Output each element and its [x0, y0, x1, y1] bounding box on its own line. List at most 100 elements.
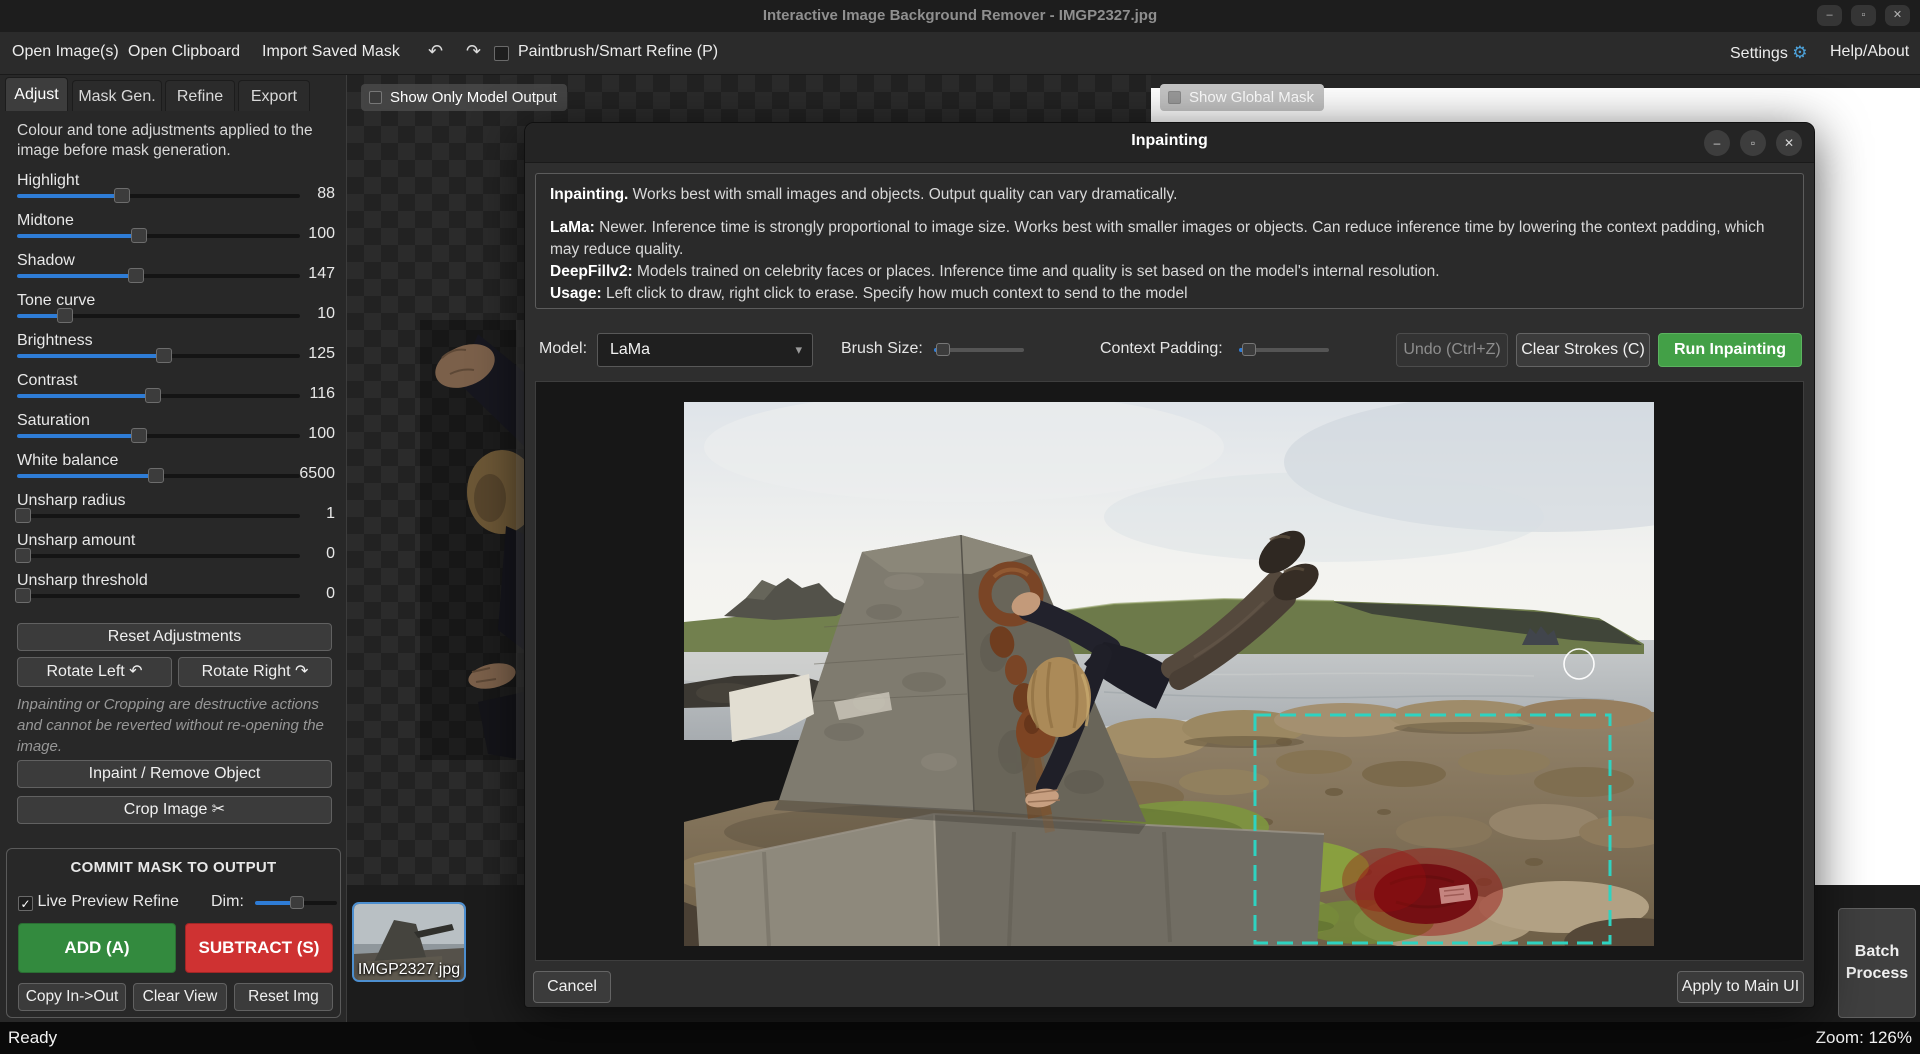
slider-label: Unsharp amount — [17, 532, 135, 550]
tab-adjust[interactable]: Adjust — [5, 77, 68, 111]
status-text: Ready — [8, 1028, 57, 1048]
saturation-slider[interactable] — [17, 434, 300, 438]
reset-adjustments-button[interactable]: Reset Adjustments — [17, 623, 332, 651]
dim-slider[interactable] — [255, 901, 337, 905]
dialog-titlebar[interactable]: Inpainting – ▫ ✕ — [525, 123, 1814, 163]
paintbrush-label: Paintbrush/Smart Refine (P) — [518, 43, 718, 61]
add-mask-button[interactable]: ADD (A) — [18, 923, 176, 973]
check-icon: ✓ — [18, 896, 33, 911]
model-dropdown[interactable]: LaMa ▾ — [597, 333, 813, 367]
inpainting-info: Inpainting. Works best with small images… — [535, 173, 1804, 309]
inpainting-dialog: Inpainting – ▫ ✕ Inpainting. Works best … — [524, 122, 1815, 1008]
highlight-slider[interactable] — [17, 194, 300, 198]
tone-curve-slider[interactable] — [17, 314, 300, 318]
undo-icon[interactable]: ↶ — [428, 41, 443, 62]
checkbox-icon — [1168, 91, 1181, 104]
slider-label: Shadow — [17, 252, 75, 270]
batch-process-button[interactable]: Batch Process — [1838, 908, 1916, 1018]
crop-image-button[interactable]: Crop Image ✂ — [17, 796, 332, 824]
thumbnail-filename: IMGP2327.jpg — [352, 961, 466, 979]
brush-size-slider[interactable] — [934, 348, 1024, 352]
undo-strokes-button: Undo (Ctrl+Z) — [1396, 333, 1508, 367]
gear-icon: ⚙ — [1792, 43, 1807, 62]
zoom-level: Zoom: 126% — [1816, 1028, 1912, 1048]
inpaint-canvas-panel — [535, 381, 1804, 961]
brightness-slider[interactable] — [17, 354, 300, 358]
import-saved-mask-button[interactable]: Import Saved Mask — [262, 43, 400, 61]
status-bar: Ready Zoom: 126% — [0, 1022, 1920, 1054]
slider-value: 6500 — [299, 465, 335, 483]
rotate-right-button[interactable]: Rotate Right ↷ — [178, 657, 332, 687]
tab-mask-gen[interactable]: Mask Gen. — [72, 80, 162, 111]
slider-value: 100 — [308, 425, 335, 443]
copy-in-out-button[interactable]: Copy In->Out — [18, 983, 126, 1011]
slider-value: 0 — [326, 545, 335, 563]
slider-label: Tone curve — [17, 292, 95, 310]
slider-label: Contrast — [17, 372, 77, 390]
open-images-button[interactable]: Open Image(s) — [12, 43, 119, 61]
dialog-close-button[interactable]: ✕ — [1776, 130, 1802, 156]
dialog-minimize-button[interactable]: – — [1704, 130, 1730, 156]
reset-img-button[interactable]: Reset Img — [234, 983, 333, 1011]
destructive-warning: Inpainting or Cropping are destructive a… — [17, 694, 329, 757]
cancel-button[interactable]: Cancel — [533, 971, 611, 1003]
white-balance-slider[interactable] — [17, 474, 300, 478]
inpaint-remove-object-button[interactable]: Inpaint / Remove Object — [17, 760, 332, 788]
dialog-maximize-button[interactable]: ▫ — [1740, 130, 1766, 156]
context-padding-slider[interactable] — [1239, 348, 1329, 352]
slider-label: White balance — [17, 452, 118, 470]
window-minimize-button[interactable]: – — [1817, 5, 1842, 26]
window-titlebar: Interactive Image Background Remover - I… — [0, 0, 1920, 32]
slider-value: 100 — [308, 225, 335, 243]
slider-value: 0 — [326, 585, 335, 603]
live-preview-checkbox[interactable]: ✓ Live Preview Refine — [18, 893, 179, 911]
clear-view-button[interactable]: Clear View — [133, 983, 227, 1011]
inpaint-photo-canvas[interactable] — [684, 402, 1654, 946]
adjust-description: Colour and tone adjustments applied to t… — [17, 121, 332, 161]
redo-icon[interactable]: ↷ — [466, 41, 481, 62]
context-padding-label: Context Padding: — [1100, 340, 1223, 358]
slider-value: 88 — [317, 185, 335, 203]
paintbrush-checkbox[interactable] — [494, 46, 509, 61]
checkbox-icon — [369, 91, 382, 104]
masked-image-fragment[interactable] — [420, 320, 524, 760]
window-close-button[interactable]: ✕ — [1885, 5, 1910, 26]
commit-panel-title: COMMIT MASK TO OUTPUT — [7, 859, 340, 876]
slider-label: Midtone — [17, 212, 74, 230]
tab-export[interactable]: Export — [238, 80, 310, 111]
run-inpainting-button[interactable]: Run Inpainting — [1658, 333, 1802, 367]
apply-to-main-ui-button[interactable]: Apply to Main UI — [1677, 971, 1804, 1003]
slider-value: 116 — [309, 385, 335, 403]
slider-label: Brightness — [17, 332, 93, 350]
slider-label: Saturation — [17, 412, 90, 430]
midtone-slider[interactable] — [17, 234, 300, 238]
contrast-slider[interactable] — [17, 394, 300, 398]
toolbar: Open Image(s) Open Clipboard Import Save… — [0, 32, 1920, 75]
slider-value: 1 — [326, 505, 335, 523]
window-maximize-button[interactable]: ▫ — [1851, 5, 1876, 26]
slider-value: 125 — [308, 345, 335, 363]
slider-value: 10 — [317, 305, 335, 323]
show-only-model-output-checkbox[interactable]: Show Only Model Output — [361, 84, 567, 111]
slider-label: Highlight — [17, 172, 79, 190]
rotate-left-button[interactable]: Rotate Left ↶ — [17, 657, 172, 687]
brush-size-label: Brush Size: — [841, 340, 923, 358]
image-thumbnail[interactable]: IMGP2327.jpg — [352, 902, 466, 982]
clear-strokes-button[interactable]: Clear Strokes (C) — [1516, 333, 1650, 367]
slider-label: Unsharp threshold — [17, 572, 148, 590]
settings-button[interactable]: Settings ⚙ — [1730, 43, 1808, 63]
left-sidebar: Adjust Mask Gen. Refine Export Colour an… — [0, 75, 347, 1022]
subtract-mask-button[interactable]: SUBTRACT (S) — [185, 923, 333, 973]
help-about-button[interactable]: Help/About — [1830, 43, 1909, 61]
show-global-mask-checkbox[interactable]: Show Global Mask — [1160, 84, 1324, 111]
unsharp-threshold-slider[interactable] — [17, 594, 300, 598]
slider-label: Unsharp radius — [17, 492, 126, 510]
open-clipboard-button[interactable]: Open Clipboard — [128, 43, 240, 61]
model-label: Model: — [539, 340, 587, 358]
unsharp-radius-slider[interactable] — [17, 514, 300, 518]
dim-label: Dim: — [211, 893, 244, 911]
tab-refine[interactable]: Refine — [165, 80, 235, 111]
shadow-slider[interactable] — [17, 274, 300, 278]
dialog-title: Inpainting — [525, 132, 1814, 150]
unsharp-amount-slider[interactable] — [17, 554, 300, 558]
